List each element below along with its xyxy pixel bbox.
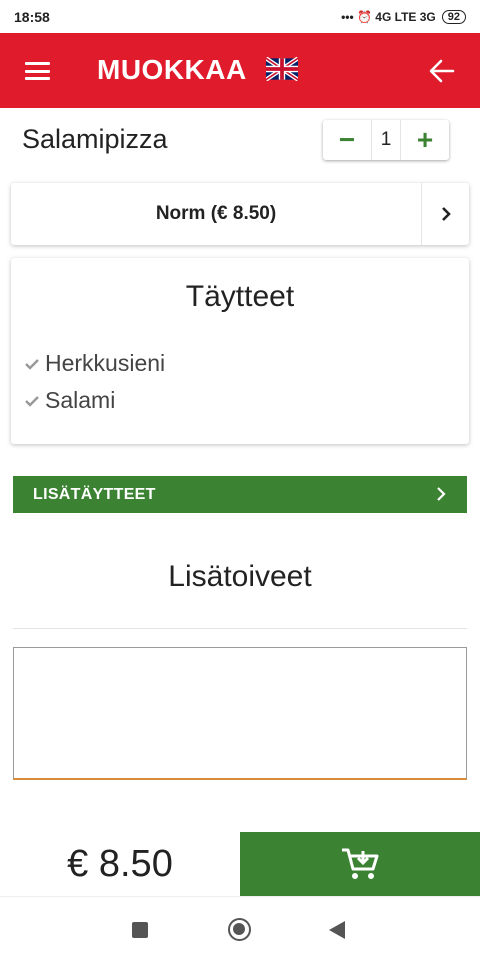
add-to-cart-button[interactable]: [240, 832, 480, 896]
menu-icon[interactable]: [25, 62, 50, 80]
chevron-right-icon[interactable]: [421, 183, 469, 245]
system-nav-bar: [0, 896, 480, 960]
size-label: Norm (€ 8.50): [155, 203, 277, 224]
check-icon: [25, 395, 45, 407]
check-icon: [25, 358, 45, 370]
status-signal-text: ••• ⏰ 4G LTE 3G: [341, 9, 436, 24]
total-price: € 8.50: [67, 842, 173, 885]
add-to-cart-icon: [342, 848, 379, 879]
uk-flag-icon[interactable]: [266, 57, 298, 81]
topping-label: Herkkusieni: [45, 350, 166, 376]
increment-button[interactable]: +: [401, 120, 449, 160]
product-name: Salamipizza: [22, 124, 168, 154]
page-title: MUOKKAA: [97, 54, 247, 85]
status-time: 18:58: [14, 8, 50, 25]
recent-apps-icon[interactable]: [132, 922, 148, 938]
extras-button[interactable]: LISÄTÄYTTEET: [13, 476, 467, 513]
divider: [13, 628, 467, 629]
arrow-left-icon[interactable]: [429, 58, 455, 84]
extras-label: LISÄTÄYTTEET: [33, 485, 156, 503]
status-indicators: ••• ⏰ 4G LTE 3G 92: [341, 9, 466, 24]
quantity-value: 1: [371, 120, 401, 160]
chevron-right-icon: [437, 487, 446, 501]
quantity-stepper: − 1 +: [323, 120, 449, 160]
app-bar: MUOKKAA: [0, 33, 480, 108]
battery-icon: 92: [441, 9, 466, 24]
size-selector[interactable]: Norm (€ 8.50): [11, 183, 469, 245]
status-bar: 18:58 ••• ⏰ 4G LTE 3G 92: [0, 0, 480, 33]
wishes-input[interactable]: [13, 647, 467, 780]
toppings-card: Täytteet Herkkusieni Salami: [11, 258, 469, 444]
back-triangle-icon[interactable]: [329, 921, 345, 939]
wishes-title: Lisätoiveet: [168, 560, 312, 593]
decrement-button[interactable]: −: [323, 120, 371, 160]
toppings-title: Täytteet: [185, 280, 295, 313]
topping-label: Salami: [45, 387, 116, 413]
topping-item: Salami: [25, 387, 115, 414]
home-icon[interactable]: [228, 918, 251, 941]
topping-item: Herkkusieni: [25, 350, 165, 377]
